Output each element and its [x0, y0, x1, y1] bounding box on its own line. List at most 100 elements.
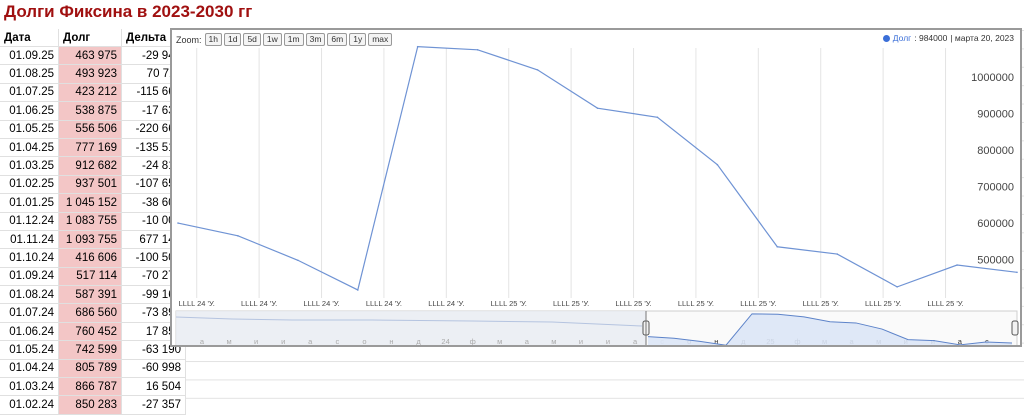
- zoom-button-1h[interactable]: 1h: [204, 33, 222, 46]
- table-row[interactable]: 01.02.25 937 501 -107 651: [0, 175, 186, 195]
- data-point: [476, 49, 479, 51]
- cell-date[interactable]: 01.02.25: [0, 175, 59, 195]
- cell-debt[interactable]: 937 501: [58, 175, 122, 195]
- x-tick-label: LLLL 25 'У.: [927, 299, 963, 308]
- cell-date[interactable]: 01.04.24: [0, 359, 59, 379]
- zoom-button-5d[interactable]: 5d: [243, 33, 261, 46]
- cell-date[interactable]: 01.11.24: [0, 230, 59, 250]
- table-row[interactable]: 01.08.25 493 923 70 711: [0, 64, 186, 84]
- cell-debt[interactable]: 1 093 755: [58, 230, 122, 250]
- data-point: [297, 259, 299, 262]
- cell-date[interactable]: 01.09.25: [0, 46, 59, 66]
- cell-date[interactable]: 01.12.24: [0, 212, 59, 231]
- table-row[interactable]: 01.03.25 912 682 -24 819: [0, 156, 186, 176]
- cell-debt[interactable]: 463 975: [58, 46, 122, 66]
- x-tick-label: LLLL 25 'У.: [740, 299, 776, 308]
- zoom-button-max[interactable]: max: [368, 33, 393, 46]
- cell-date[interactable]: 01.05.24: [0, 340, 59, 360]
- cell-debt[interactable]: 493 923: [58, 64, 122, 84]
- debt-series-line: [177, 46, 1018, 291]
- cell-debt[interactable]: 850 283: [58, 395, 122, 415]
- zoom-label: Zoom:: [176, 34, 202, 45]
- table-row[interactable]: 01.04.25 777 169 -135 513: [0, 138, 186, 158]
- navigator-label: д: [416, 337, 421, 345]
- zoom-button-1y[interactable]: 1y: [349, 33, 367, 46]
- table-row[interactable]: 01.09.25 463 975 -29 948: [0, 46, 186, 66]
- navigator-label: и: [579, 337, 583, 345]
- table-row[interactable]: 01.06.24 760 452 17 853: [0, 322, 186, 342]
- cell-debt[interactable]: 777 169: [58, 138, 122, 158]
- cell-debt[interactable]: 686 560: [58, 303, 122, 323]
- table-row[interactable]: 01.05.24 742 599 -63 190: [0, 340, 186, 360]
- table-row[interactable]: 01.07.24 686 560 -73 892: [0, 303, 186, 323]
- cell-date[interactable]: 01.08.24: [0, 285, 59, 305]
- x-tick-label: LLLL 25 'У.: [553, 299, 589, 308]
- zoom-button-3m[interactable]: 3m: [305, 33, 326, 46]
- x-tick-label: LLLL 24 'У.: [366, 299, 402, 308]
- cell-date[interactable]: 01.05.25: [0, 120, 59, 139]
- table-row[interactable]: 01.06.25 538 875 -17 631: [0, 101, 186, 121]
- zoom-button-6m[interactable]: 6m: [327, 33, 348, 46]
- cell-debt[interactable]: 742 599: [58, 340, 122, 360]
- table-row[interactable]: 01.05.25 556 506 -220 663: [0, 120, 186, 139]
- data-point: [416, 45, 419, 48]
- cell-debt[interactable]: 912 682: [58, 156, 122, 176]
- cell-date[interactable]: 01.06.24: [0, 322, 59, 342]
- table-row[interactable]: 01.08.24 587 391 -99 169: [0, 285, 186, 305]
- cell-debt[interactable]: 760 452: [58, 322, 122, 342]
- data-point: [1016, 271, 1018, 274]
- legend-date: | марта 20, 2023: [950, 33, 1014, 43]
- data-point: [656, 116, 659, 119]
- cell-debt[interactable]: 416 606: [58, 248, 122, 268]
- cell-date[interactable]: 01.08.25: [0, 64, 59, 84]
- cell-date[interactable]: 01.06.25: [0, 101, 59, 121]
- x-tick-label: LLLL 24 'У.: [179, 299, 215, 308]
- debt-table: Дата Долг Дельта 01.09.25 463 975 -29 948 0…: [0, 29, 186, 415]
- table-row[interactable]: 01.10.24 416 606 -100 508: [0, 248, 186, 268]
- cell-debt[interactable]: 1 045 152: [58, 193, 122, 213]
- cell-delta[interactable]: 16 504: [121, 377, 186, 397]
- table-row[interactable]: 01.02.24 850 283 -27 357: [0, 395, 186, 415]
- cell-date[interactable]: 01.03.25: [0, 156, 59, 176]
- cell-date[interactable]: 01.02.24: [0, 395, 59, 415]
- cell-debt[interactable]: 556 506: [58, 120, 122, 139]
- cell-delta[interactable]: -27 357: [121, 395, 186, 415]
- cell-debt[interactable]: 423 212: [58, 83, 122, 103]
- cell-date[interactable]: 01.04.25: [0, 138, 59, 158]
- cell-date[interactable]: 01.09.24: [0, 267, 59, 287]
- cell-date[interactable]: 01.07.25: [0, 83, 59, 103]
- y-tick-label: 500000: [977, 255, 1014, 267]
- zoom-button-1d[interactable]: 1d: [223, 33, 242, 46]
- y-tick-label: 700000: [977, 182, 1014, 194]
- legend-value: : 984000: [914, 33, 948, 43]
- cell-date[interactable]: 01.03.24: [0, 377, 59, 397]
- table-row[interactable]: 01.11.24 1 093 755 677 149: [0, 230, 186, 250]
- table-header-row: Дата Долг Дельта: [0, 29, 186, 47]
- chart-canvas: LLLL 24 'У. LLLL 24 'У. LLLL 24 'У. LLLL 24…: [175, 45, 1019, 345]
- series-dot-icon: [882, 34, 890, 42]
- table-row[interactable]: 01.09.24 517 114 -70 277: [0, 267, 186, 287]
- data-point: [536, 69, 539, 71]
- table-row[interactable]: 01.01.25 1 045 152 -38 603: [0, 193, 186, 213]
- cell-debt[interactable]: 1 083 755: [58, 212, 122, 231]
- cell-debt[interactable]: 805 789: [58, 359, 122, 379]
- cell-debt[interactable]: 587 391: [58, 285, 122, 305]
- cell-debt[interactable]: 866 787: [58, 377, 122, 397]
- table-row[interactable]: 01.03.24 866 787 16 504: [0, 377, 186, 397]
- cell-date[interactable]: 01.10.24: [0, 248, 59, 268]
- navigator-handle[interactable]: [1011, 320, 1019, 336]
- navigator-label: ф: [470, 337, 476, 345]
- navigator-label: о: [362, 337, 366, 345]
- cell-date[interactable]: 01.01.25: [0, 193, 59, 213]
- y-tick-label: 1000000: [971, 72, 1014, 84]
- table-row[interactable]: 01.04.24 805 789 -60 998: [0, 359, 186, 379]
- table-row[interactable]: 01.07.25 423 212 -115 663: [0, 83, 186, 103]
- navigator-label: м: [551, 337, 556, 345]
- cell-debt[interactable]: 538 875: [58, 101, 122, 121]
- zoom-button-1m[interactable]: 1m: [283, 33, 304, 46]
- table-row[interactable]: 01.12.24 1 083 755 -10 000: [0, 212, 186, 231]
- cell-delta[interactable]: -60 998: [121, 359, 186, 379]
- cell-debt[interactable]: 517 114: [58, 267, 122, 287]
- cell-date[interactable]: 01.07.24: [0, 303, 59, 323]
- zoom-button-1w[interactable]: 1w: [262, 33, 282, 46]
